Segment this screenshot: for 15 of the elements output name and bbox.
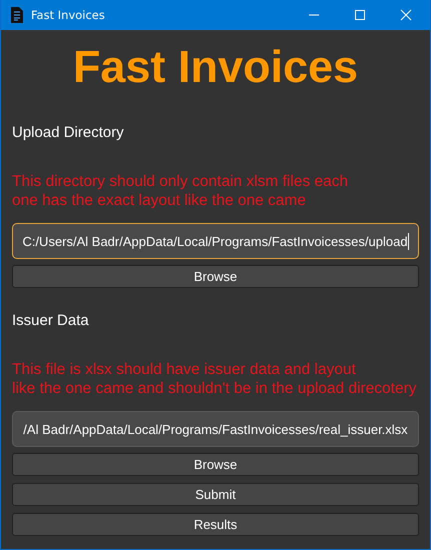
section-label: Upload Directory xyxy=(12,124,125,142)
path-field[interactable]: C:/Users/Al Badr/AppData/Local/Programs/FastInvoicesses/upload xyxy=(12,223,419,259)
app-heading: Fast Invoices xyxy=(72,40,360,94)
warning-text: This directory should only contain xlsm files each one has the exact layout like the one came xyxy=(12,172,349,210)
path-field[interactable]: /Al Badr/AppData/Local/Programs/FastInvoicesses/real_issuer.xlsx xyxy=(12,411,419,447)
document-icon xyxy=(11,7,23,23)
action-button[interactable]: Submit xyxy=(12,483,419,506)
close-icon[interactable] xyxy=(400,9,412,21)
maximize-icon[interactable] xyxy=(354,9,366,21)
action-button[interactable]: Browse xyxy=(12,265,419,288)
window-title: Fast Invoices xyxy=(31,8,105,22)
action-button[interactable]: Results xyxy=(12,513,419,536)
section-label: Issuer Data xyxy=(12,312,90,330)
warning-text: This file is xlsx should have issuer data and layout like the one came and shouldn't be in the upload direcotery xyxy=(12,360,418,398)
action-button[interactable]: Browse xyxy=(12,453,419,476)
